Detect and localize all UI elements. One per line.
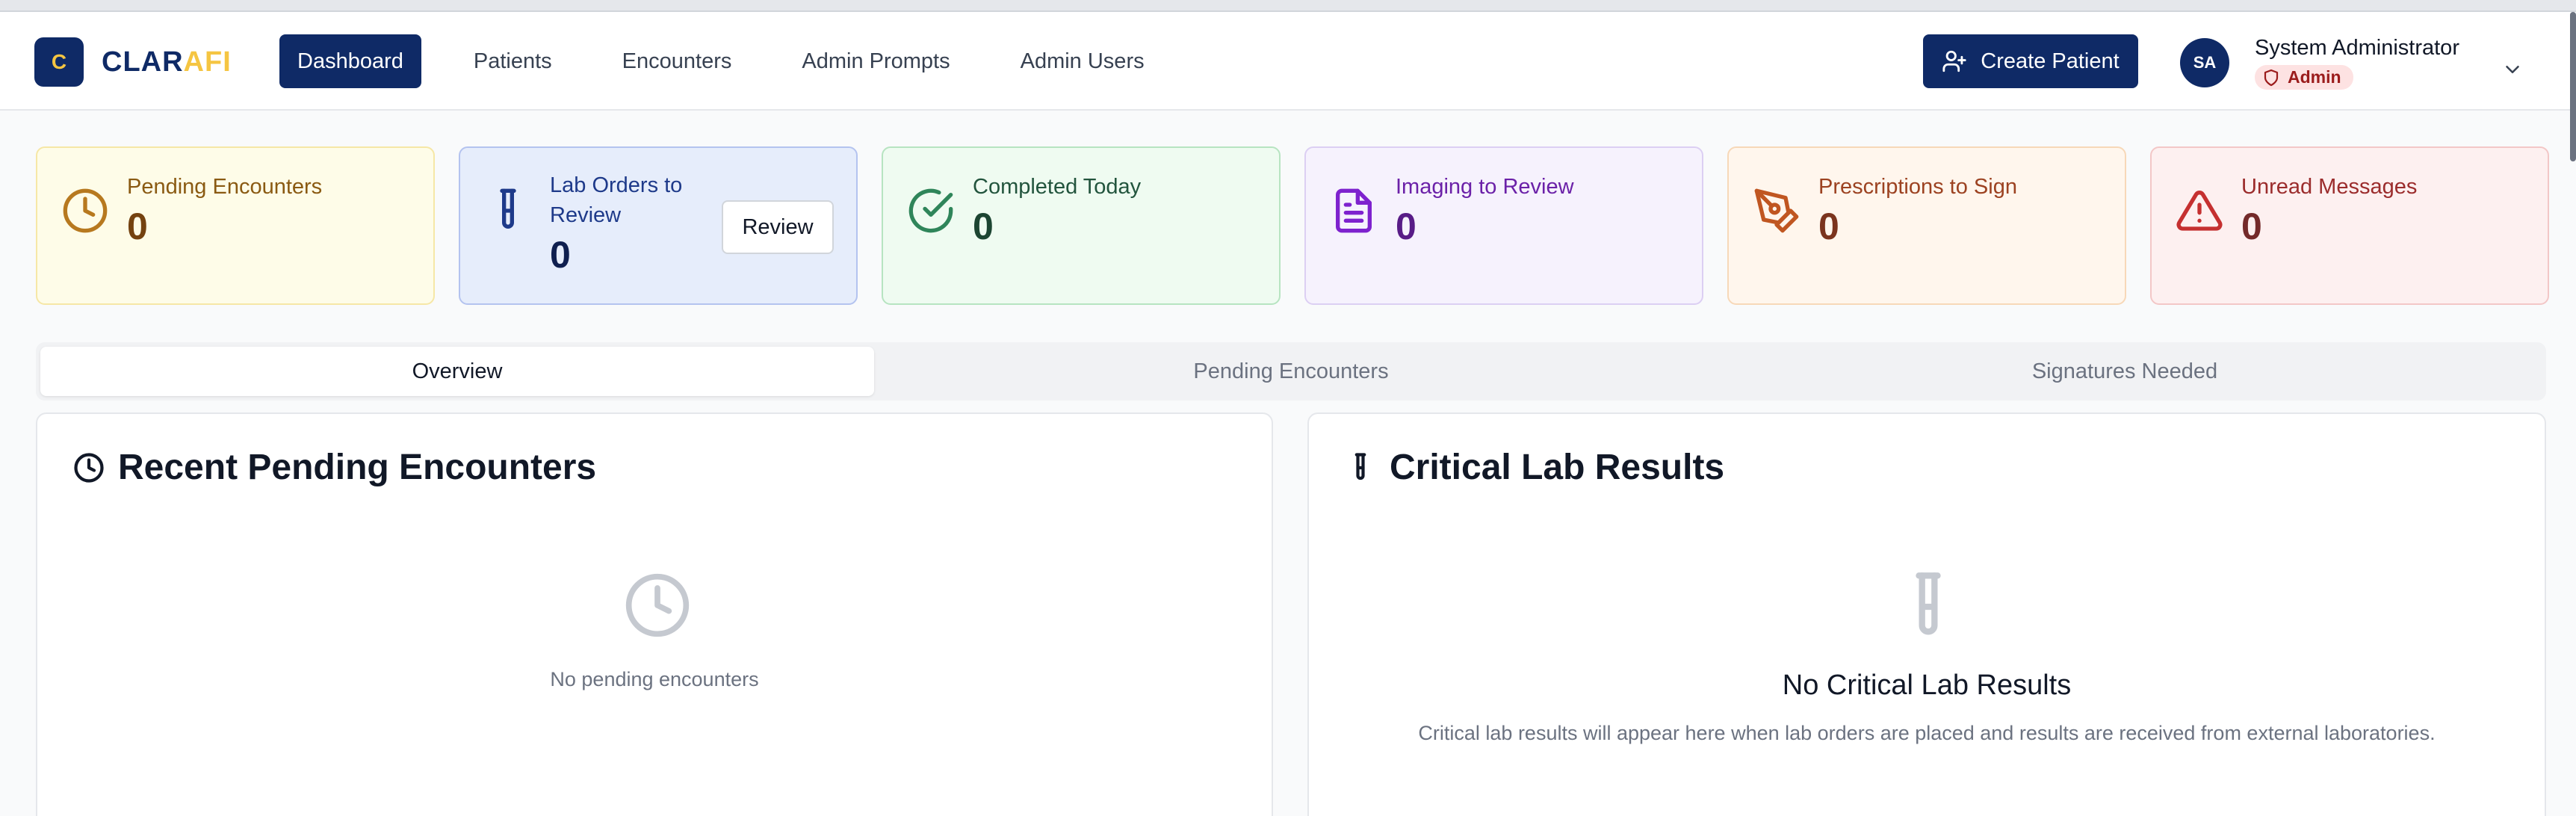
stat-value: 0 (2241, 205, 2262, 247)
logo-text: CLARAFI (102, 46, 232, 78)
clock-icon (74, 452, 104, 483)
avatar: SA (2180, 38, 2229, 88)
stat-card-lab-orders[interactable]: Lab Orders to Review 0 Review (459, 146, 858, 305)
stat-label: Unread Messages (2241, 175, 2418, 199)
tab-signatures-needed[interactable]: Signatures Needed (1708, 347, 2542, 396)
stat-value: 0 (1396, 205, 1417, 247)
pen-icon (1754, 188, 1799, 233)
stat-card-unread-messages[interactable]: Unread Messages 0 (2150, 146, 2549, 305)
browser-top-strip (0, 0, 2576, 12)
role-label: Admin (2288, 67, 2341, 87)
panel-title-text: Recent Pending Encounters (118, 448, 597, 487)
stat-label: Pending Encounters (127, 175, 323, 199)
top-header: C CLARAFI Dashboard Patients Encounters … (0, 12, 2570, 111)
chevron-down-icon[interactable] (2501, 58, 2524, 81)
nav-encounters[interactable]: Encounters (604, 34, 750, 88)
stat-value: 0 (1818, 205, 1839, 247)
empty-clock-icon (625, 573, 690, 637)
empty-state-text: No pending encounters (550, 668, 759, 690)
panel-title-text: Critical Lab Results (1390, 448, 1725, 487)
stat-card-completed-today[interactable]: Completed Today 0 (882, 146, 1281, 305)
role-badge: Admin (2255, 65, 2353, 90)
test-tube-icon (1354, 452, 1366, 480)
user-info: System Administrator Admin (2255, 36, 2459, 90)
stat-label: Lab Orders to Review (550, 173, 683, 227)
nav-patients[interactable]: Patients (456, 34, 570, 88)
panel-title: Recent Pending Encounters (73, 447, 596, 488)
user-menu[interactable]: SA System Administrator Admin (2180, 36, 2459, 90)
stat-value: 0 (550, 234, 571, 276)
stat-card-prescriptions[interactable]: Prescriptions to Sign 0 (1727, 146, 2126, 305)
stat-label: Completed Today (973, 175, 1142, 199)
empty-test-tube-icon (1916, 572, 1941, 635)
test-tube-icon (500, 188, 516, 229)
stat-label: Imaging to Review (1396, 175, 1574, 199)
alert-triangle-icon (2176, 191, 2223, 231)
user-name: System Administrator (2255, 36, 2459, 60)
recent-pending-encounters-panel: Recent Pending Encounters No pending enc… (36, 412, 1273, 816)
create-patient-button[interactable]: Create Patient (1923, 34, 2138, 88)
stat-label: Prescriptions to Sign (1818, 175, 2017, 199)
logo-text-part2: AFI (183, 46, 232, 78)
nav-admin-users[interactable]: Admin Users (1003, 34, 1162, 88)
stat-value: 0 (127, 205, 148, 247)
stat-value: 0 (973, 205, 994, 247)
empty-state-text: Critical lab results will appear here wh… (1418, 722, 2436, 744)
app-logo[interactable]: C CLARAFI (34, 37, 232, 87)
nav-dashboard[interactable]: Dashboard (279, 34, 421, 88)
create-patient-label: Create Patient (1981, 49, 2120, 73)
user-plus-icon (1942, 50, 1966, 72)
tab-overview[interactable]: Overview (40, 347, 874, 396)
empty-state-title: No Critical Lab Results (1782, 670, 2072, 701)
stat-card-imaging[interactable]: Imaging to Review 0 (1304, 146, 1703, 305)
file-text-icon (1336, 188, 1372, 233)
critical-lab-results-panel: Critical Lab Results No Critical Lab Res… (1307, 412, 2546, 816)
logo-text-part1: CLAR (102, 46, 184, 78)
dashboard-tabs: Overview Pending Encounters Signatures N… (36, 342, 2546, 401)
main-nav: Dashboard Patients Encounters Admin Prom… (279, 34, 1197, 88)
logo-mark: C (34, 37, 84, 87)
tab-pending-encounters[interactable]: Pending Encounters (874, 347, 1708, 396)
check-circle-icon (908, 188, 953, 233)
panel-title: Critical Lab Results (1345, 447, 1724, 488)
shield-icon (2264, 69, 2279, 86)
nav-admin-prompts[interactable]: Admin Prompts (784, 34, 967, 88)
clock-icon (63, 188, 108, 233)
stat-card-pending-encounters[interactable]: Pending Encounters 0 (36, 146, 435, 305)
review-button[interactable]: Review (722, 200, 834, 254)
page-scrollbar[interactable] (2570, 12, 2576, 161)
